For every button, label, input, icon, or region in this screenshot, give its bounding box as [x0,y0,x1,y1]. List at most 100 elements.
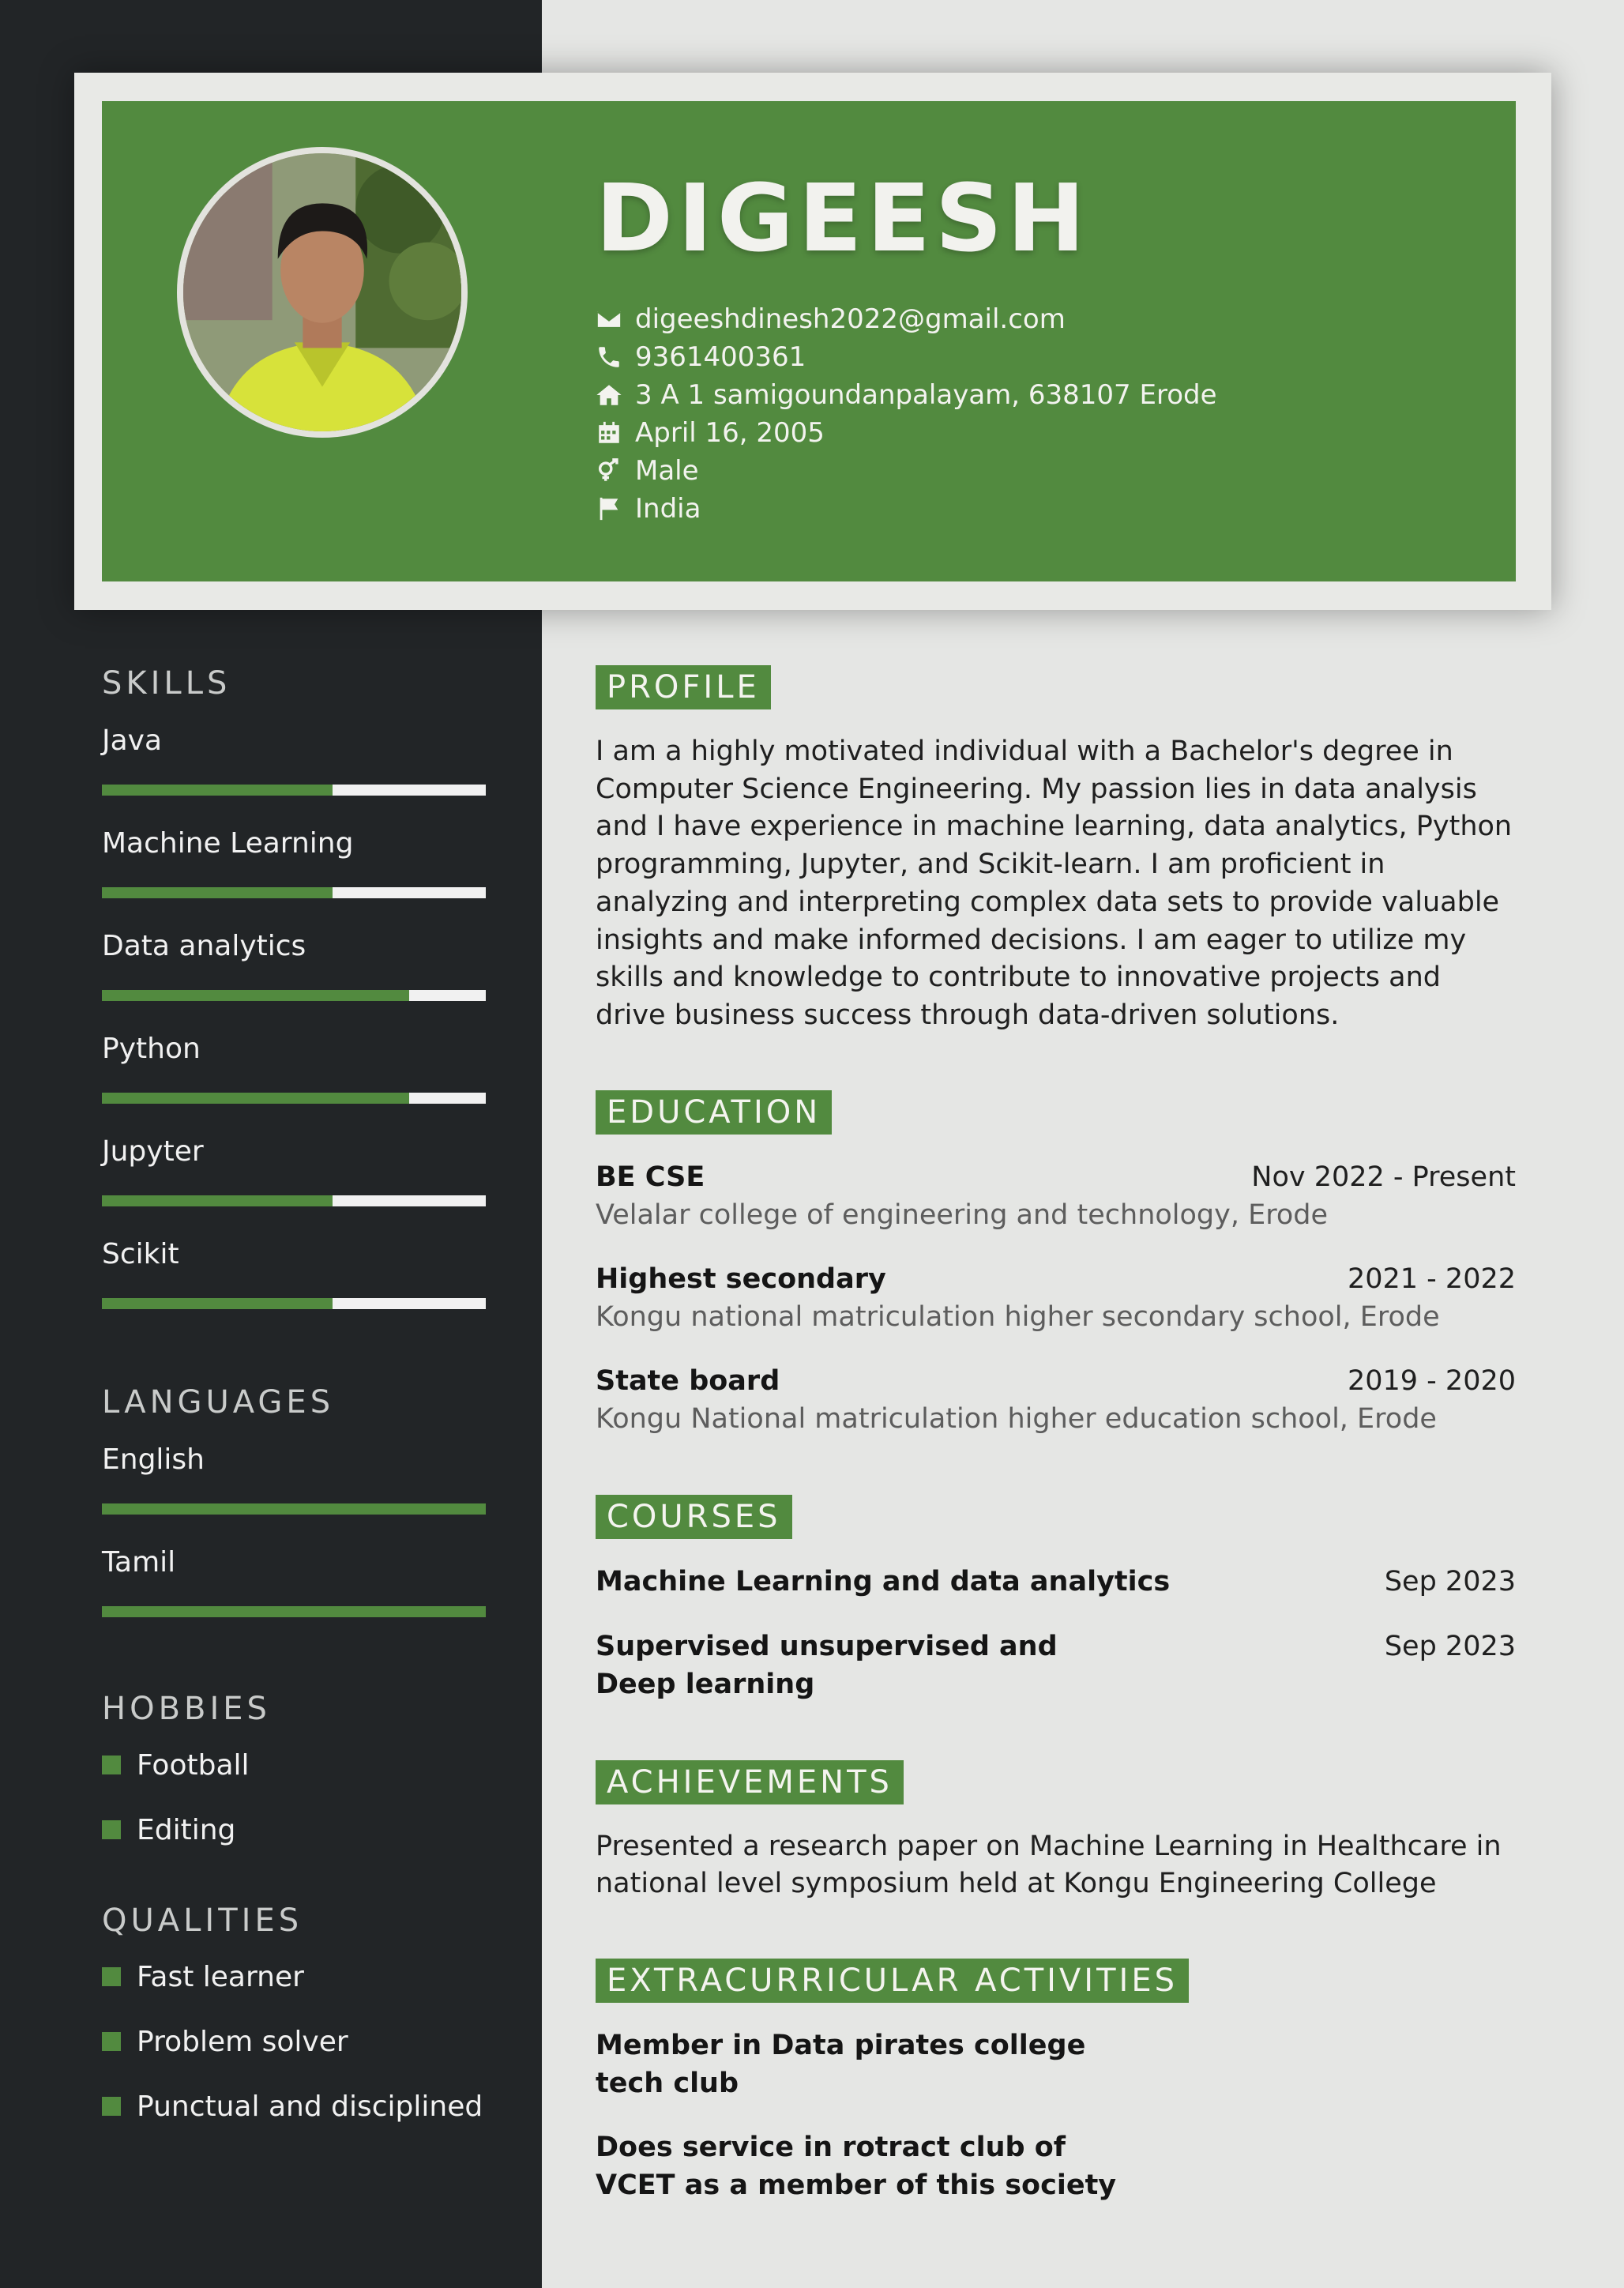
education-school: Kongu National matriculation higher educ… [596,1402,1437,1435]
extracurricular-item: Member in Data pirates college tech club [596,2030,1086,2100]
main-content: PROFILE I am a highly motivated individu… [596,665,1516,2204]
education-date: Nov 2022 - Present [1251,1161,1516,1193]
courses-list: Machine Learning and data analytics Sep … [596,1563,1516,1703]
education-entry: Highest secondary 2021 - 2022 Kongu nati… [596,1260,1516,1336]
skill-bar-fill [102,1195,333,1206]
avatar [177,147,468,438]
skill-machine-learning: Machine Learning [102,810,486,913]
hobby-label: Editing [137,1813,236,1846]
contact-address: 3 A 1 samigoundanpalayam, 638107 Erode [596,376,1217,414]
contact-email-text: digeeshdinesh2022@gmail.com [635,303,1066,335]
square-bullet-icon [102,2097,121,2116]
education-entry: State board 2019 - 2020 Kongu National m… [596,1362,1516,1438]
language-tamil: Tamil [102,1529,486,1631]
extracurricular-heading: EXTRACURRICULAR ACTIVITIES [596,1959,1189,2004]
education-entry: BE CSE Nov 2022 - Present Velalar colleg… [596,1158,1516,1234]
course-entry: Supervised unsupervised and Deep learnin… [596,1628,1516,1703]
course-name: Supervised unsupervised and Deep learnin… [596,1630,1058,1700]
course-date: Sep 2023 [1384,1630,1516,1662]
language-bar-fill [102,1606,486,1617]
flag-icon [596,495,635,522]
list-item: Football [102,1733,486,1797]
extracurricular-list: Member in Data pirates college tech club… [596,2026,1516,2204]
skill-python: Python [102,1015,486,1118]
skill-label: Data analytics [102,930,306,962]
skill-bar [102,887,486,898]
hobby-label: Football [137,1748,250,1782]
course-name: Machine Learning and data analytics [596,1565,1171,1597]
contact-email: digeeshdinesh2022@gmail.com [596,300,1217,338]
profile-heading: PROFILE [596,665,771,709]
languages-list: English Tamil [102,1426,486,1631]
hobbies-list: Football Editing [102,1733,486,1862]
list-item: Fast learner [102,1944,486,2009]
skill-bar [102,1195,486,1206]
profile-text: I am a highly motivated individual with … [596,736,1513,1031]
skills-heading: SKILLS [102,665,231,702]
qualities-list: Fast learner Problem solver Punctual and… [102,1944,486,2139]
square-bullet-icon [102,1756,121,1774]
quality-label: Fast learner [137,1960,304,1993]
contact-phone-text: 9361400361 [635,341,806,373]
courses-heading: COURSES [596,1494,792,1539]
skill-bar [102,990,486,1001]
skill-label: Scikit [102,1238,179,1270]
skill-bar [102,785,486,796]
achievements-text: Presented a research paper on Machine Le… [596,1830,1502,1900]
skill-bar-fill [102,990,409,1001]
language-label: Tamil [102,1546,176,1579]
hobbies-heading: HOBBIES [102,1691,271,1727]
envelope-icon [596,306,635,333]
course-entry: Machine Learning and data analytics Sep … [596,1563,1516,1601]
language-label: English [102,1443,205,1476]
square-bullet-icon [102,2032,121,2051]
language-english: English [102,1426,486,1529]
contact-phone: 9361400361 [596,338,1217,376]
skill-label: Machine Learning [102,827,354,860]
education-date: 2021 - 2022 [1347,1263,1516,1295]
skill-scikit: Scikit [102,1221,486,1323]
calendar-icon [596,420,635,446]
list-item: Problem solver [102,2009,486,2074]
skill-bar [102,1298,486,1309]
contact-address-text: 3 A 1 samigoundanpalayam, 638107 Erode [635,379,1217,411]
education-list: BE CSE Nov 2022 - Present Velalar colleg… [596,1158,1516,1438]
list-item: Editing [102,1797,486,1862]
skills-list: Java Machine Learning Data analytics Pyt… [102,707,486,1323]
quality-label: Punctual and disciplined [137,2090,483,2123]
education-heading: EDUCATION [596,1089,833,1135]
education-school: Kongu national matriculation higher seco… [596,1300,1440,1333]
contact-birthdate-text: April 16, 2005 [635,417,825,449]
skill-label: Java [102,724,163,757]
quality-label: Problem solver [137,2025,348,2058]
home-icon [596,382,635,408]
contact-list: digeeshdinesh2022@gmail.com 9361400361 3… [596,300,1217,528]
languages-heading: LANGUAGES [102,1384,335,1421]
skill-label: Jupyter [102,1135,204,1168]
language-bar [102,1503,486,1515]
skill-data-analytics: Data analytics [102,913,486,1015]
education-date: 2019 - 2020 [1347,1364,1516,1397]
education-school: Velalar college of engineering and techn… [596,1199,1329,1231]
contact-gender-text: Male [635,455,699,487]
skill-bar-fill [102,1298,333,1309]
list-item: Punctual and disciplined [102,2074,486,2139]
gender-icon [596,457,635,484]
skill-label: Python [102,1033,201,1065]
extracurricular-item: Does service in rotract club of VCET as … [596,2132,1117,2202]
language-bar-fill [102,1503,486,1515]
sidebar-content: SKILLS Java Machine Learning Data analyt… [102,660,486,2139]
contact-gender: Male [596,452,1217,490]
qualities-heading: QUALITIES [102,1902,303,1939]
skill-bar-fill [102,785,333,796]
square-bullet-icon [102,1820,121,1839]
skill-jupyter: Jupyter [102,1118,486,1221]
skill-java: Java [102,707,486,810]
square-bullet-icon [102,1967,121,1986]
candidate-name: DIGEESH [596,164,1090,273]
contact-country: India [596,490,1217,528]
achievements-heading: ACHIEVEMENTS [596,1759,904,1804]
skill-bar-fill [102,1093,409,1104]
contact-birthdate: April 16, 2005 [596,414,1217,452]
contact-country-text: India [635,493,701,525]
